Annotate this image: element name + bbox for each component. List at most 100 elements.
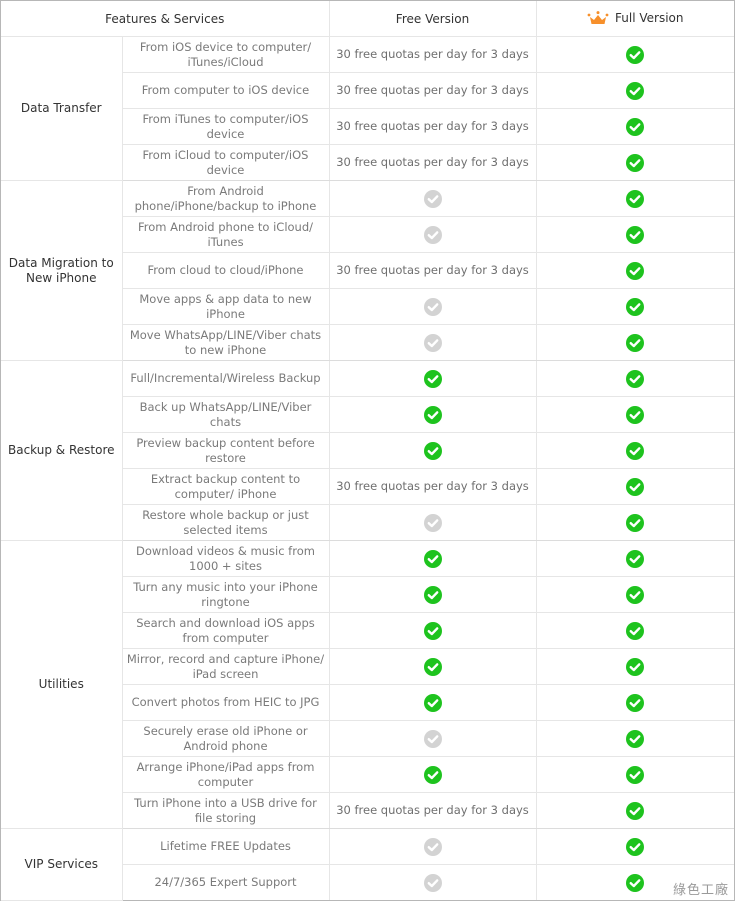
check-disabled-icon [423,729,442,748]
table-row: Utilities Download videos & music from 10… [1,540,734,829]
category-label: Utilities [1,540,123,829]
feature-label: From Android phone to iCloud/ iTunes [122,216,330,253]
feature-label: Download videos & music from 1000 + site… [122,540,330,577]
full-version-cell [536,504,734,541]
check-icon [626,369,645,388]
check-icon [626,837,645,856]
check-icon [423,657,442,676]
free-version-cell [329,432,537,469]
feature-label: Turn iPhone into a USB drive for file st… [122,792,330,829]
table-row: Data Migration to New iPhone From Android… [1,180,734,361]
free-version-cell [329,684,537,721]
check-icon [626,657,645,676]
full-version-cell [536,792,734,829]
check-icon [626,333,645,352]
check-disabled-icon [423,333,442,352]
full-version-cell [536,612,734,649]
free-version-cell [329,360,537,397]
check-icon [423,441,442,460]
table-row: Data Transfer From iOS device to computer… [1,36,734,181]
check-icon [423,369,442,388]
feature-label: Extract backup content to computer/ iPho… [122,468,330,505]
check-disabled-icon [423,297,442,316]
category-label: Data Transfer [1,36,123,181]
header-full-version: Full Version [536,1,734,37]
check-icon [626,801,645,820]
full-version-cell [536,180,734,217]
check-icon [423,765,442,784]
table-header-row: Features & Services Free Version Full Ve… [1,1,734,37]
feature-label: Move WhatsApp/LINE/Viber chats to new iP… [122,324,330,361]
full-version-cell [536,288,734,325]
full-version-cell [536,324,734,361]
check-icon [423,405,442,424]
check-icon [626,765,645,784]
full-version-cell [536,720,734,757]
check-icon [626,621,645,640]
free-version-cell [329,864,537,900]
check-icon [626,585,645,604]
free-version-cell [329,396,537,433]
check-icon [626,693,645,712]
full-version-cell [536,108,734,145]
full-version-cell [536,468,734,505]
feature-label: Convert photos from HEIC to JPG [122,684,330,721]
category-label: Data Migration to New iPhone [1,180,123,361]
feature-label: From computer to iOS device [122,72,330,109]
feature-label: Restore whole backup or just selected it… [122,504,330,541]
check-icon [423,585,442,604]
free-version-quota-text: 30 free quotas per day for 3 days [329,108,537,145]
check-icon [626,225,645,244]
feature-label: 24/7/365 Expert Support [122,864,330,900]
table-body: Data Transfer From iOS device to computer… [1,36,734,901]
crown-icon [587,10,609,25]
feature-label: Back up WhatsApp/LINE/Viber chats [122,396,330,433]
full-version-cell [536,828,734,865]
check-icon [626,261,645,280]
feature-label: From cloud to cloud/iPhone [122,252,330,289]
free-version-cell [329,216,537,253]
header-free-version: Free Version [329,1,537,37]
table-row: Backup & Restore Full/Incremental/Wireles… [1,360,734,541]
feature-label: Lifetime FREE Updates [122,828,330,865]
check-icon [626,405,645,424]
full-version-cell [536,360,734,397]
free-version-quota-text: 30 free quotas per day for 3 days [329,72,537,109]
check-disabled-icon [423,189,442,208]
free-version-cell [329,180,537,217]
check-icon [423,621,442,640]
full-version-cell [536,144,734,181]
check-disabled-icon [423,513,442,532]
check-icon [626,873,645,892]
check-icon [423,549,442,568]
check-icon [626,477,645,496]
check-icon [626,117,645,136]
feature-comparison-table: Features & Services Free Version Full Ve… [1,1,734,901]
feature-label: Mirror, record and capture iPhone/ iPad … [122,648,330,685]
check-icon [626,549,645,568]
full-version-cell [536,36,734,73]
free-version-cell [329,288,537,325]
check-icon [626,297,645,316]
check-icon [626,513,645,532]
full-version-cell [536,396,734,433]
check-icon [626,441,645,460]
full-version-label: Full Version [615,11,684,26]
feature-label: From Android phone/iPhone/backup to iPho… [122,180,330,217]
check-disabled-icon [423,837,442,856]
check-icon [626,189,645,208]
full-version-cell [536,216,734,253]
free-version-cell [329,828,537,865]
feature-label: Securely erase old iPhone or Android pho… [122,720,330,757]
free-version-quota-text: 30 free quotas per day for 3 days [329,792,537,829]
feature-label: From iTunes to computer/iOS device [122,108,330,145]
full-version-cell [536,576,734,613]
feature-label: Search and download iOS apps from comput… [122,612,330,649]
check-disabled-icon [423,873,442,892]
watermark: 綠色工廠 [672,883,729,898]
header-features: Features & Services [1,1,330,37]
check-icon [626,45,645,64]
free-version-quota-text: 30 free quotas per day for 3 days [329,468,537,505]
free-version-cell [329,756,537,793]
feature-label: Preview backup content before restore [122,432,330,469]
